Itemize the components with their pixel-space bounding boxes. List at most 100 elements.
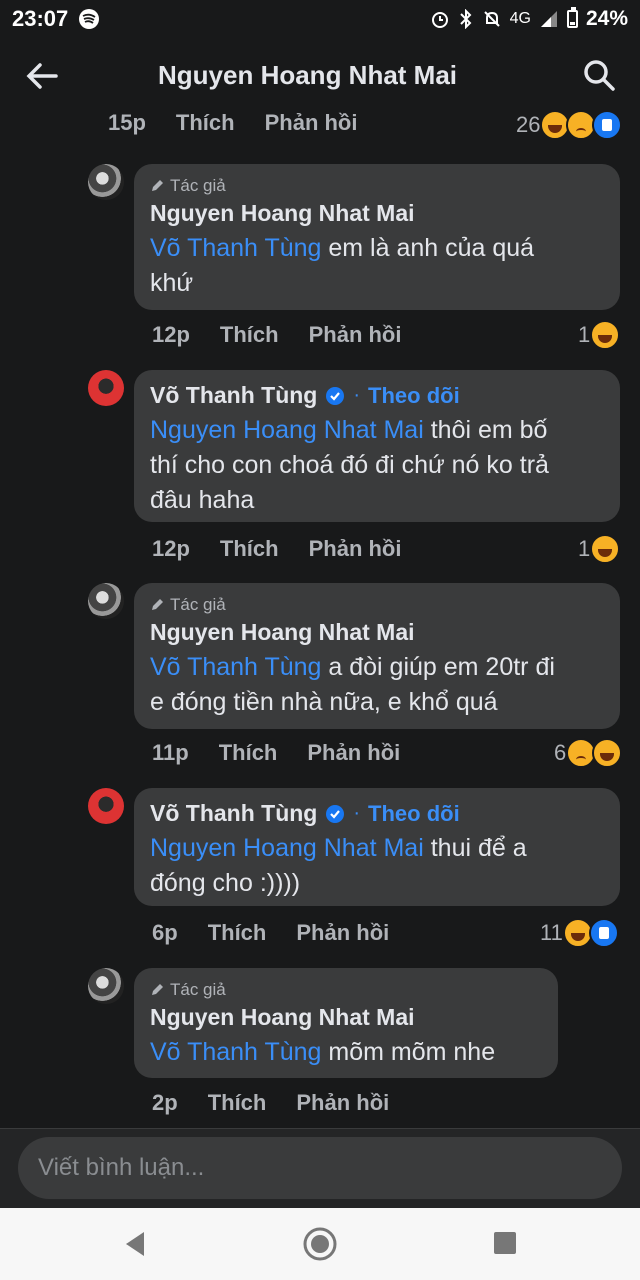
reply-link[interactable]: Phản hồi <box>307 740 400 766</box>
battery-percent: 24% <box>585 7 628 30</box>
comment-author[interactable]: Nguyen Hoang Nhat Mai <box>150 619 415 646</box>
verified-icon <box>326 804 345 823</box>
nav-recent-icon[interactable] <box>494 1232 516 1254</box>
comment-text-line: đóng cho :)))) <box>150 869 301 897</box>
back-arrow-icon[interactable] <box>24 58 60 94</box>
comment-input[interactable] <box>18 1137 622 1199</box>
comment-text-line: đâu haha <box>150 486 255 514</box>
comment-text-line: khứ <box>150 269 194 297</box>
like-link[interactable]: Thích <box>219 740 278 766</box>
pencil-icon <box>152 984 163 995</box>
like-link[interactable]: Thích <box>220 322 279 348</box>
like-link[interactable]: Thích <box>176 110 235 136</box>
header: Nguyen Hoang Nhat Mai <box>0 40 640 112</box>
avatar[interactable] <box>88 583 124 619</box>
author-badge: Tác giả <box>150 980 542 1000</box>
comment-text: Nguyen Hoang Nhat Mai thôi em bố thí cho… <box>150 413 604 518</box>
comment-meta-row: 11p Thích Phản hồi <box>152 740 430 766</box>
comment-author[interactable]: Võ Thanh Tùng <box>150 800 317 827</box>
haha-emoji-icon <box>592 738 623 768</box>
comment-time: 12p <box>152 322 190 347</box>
like-emoji-icon <box>588 918 619 948</box>
comment-bubble: Tác giả Nguyen Hoang Nhat Mai Võ Thanh T… <box>134 968 558 1078</box>
reaction-summary[interactable]: 6 <box>554 738 623 768</box>
comment-bubble: Võ Thanh Tùng · Theo dõi Nguyen Hoang Nh… <box>134 788 620 906</box>
author-badge: Tác giả <box>150 176 604 196</box>
comment-text-line: a đòi giúp em 20tr đi <box>321 653 555 681</box>
reaction-count: 11 <box>540 920 563 945</box>
battery-icon <box>566 7 578 28</box>
comment-meta-row: 2p Thích Phản hồi <box>152 1090 419 1116</box>
reply-link[interactable]: Phản hồi <box>265 110 358 136</box>
author-badge-label: Tác giả <box>170 595 226 614</box>
comment-text-line: e đóng tiền nhà nữa, e khổ quá <box>150 688 498 716</box>
avatar[interactable] <box>88 164 124 200</box>
follow-button[interactable]: Theo dõi <box>368 383 460 409</box>
author-badge-label: Tác giả <box>170 176 226 195</box>
system-nav-bar <box>0 1208 640 1280</box>
reaction-count: 6 <box>554 740 567 765</box>
reply-link[interactable]: Phản hồi <box>309 322 402 348</box>
comment-time: 12p <box>152 536 190 561</box>
reaction-count: 1 <box>578 322 591 347</box>
reaction-summary[interactable]: 1 <box>578 534 621 564</box>
reaction-summary[interactable]: 1 <box>578 320 621 350</box>
comment-meta-row: 6p Thích Phản hồi <box>152 920 419 946</box>
reaction-summary[interactable]: 26 <box>516 110 623 140</box>
like-link[interactable]: Thích <box>208 920 267 946</box>
reply-link[interactable]: Phản hồi <box>296 1090 389 1116</box>
follow-separator: · <box>353 384 361 406</box>
comment-time: 6p <box>152 920 178 945</box>
like-link[interactable]: Thích <box>208 1090 267 1116</box>
comment-text: Nguyen Hoang Nhat Mai thui để a đóng cho… <box>150 831 604 901</box>
mute-icon <box>483 11 500 27</box>
mention-link[interactable]: Võ Thanh Tùng <box>150 234 321 262</box>
comment-author[interactable]: Nguyen Hoang Nhat Mai <box>150 200 415 227</box>
avatar[interactable] <box>88 968 124 1004</box>
network-label: 4G <box>509 10 531 27</box>
comment-author[interactable]: Võ Thanh Tùng <box>150 382 317 409</box>
avatar[interactable] <box>88 370 124 406</box>
spotify-icon <box>79 9 100 29</box>
haha-emoji-icon <box>590 534 621 564</box>
nav-home-icon[interactable] <box>302 1226 338 1262</box>
comment-time: 2p <box>152 1090 178 1115</box>
like-emoji-icon <box>592 110 623 140</box>
signal-icon <box>540 11 557 27</box>
comment-text: Võ Thanh Tùng a đòi giúp em 20tr đi e đó… <box>150 650 604 720</box>
comment-text: Võ Thanh Tùng mõm mõm nhe <box>150 1035 542 1070</box>
follow-separator: · <box>353 802 361 824</box>
comment-text: Võ Thanh Tùng em là anh của quá khứ <box>150 231 604 301</box>
alarm-icon <box>431 12 448 28</box>
mention-link[interactable]: Nguyen Hoang Nhat Mai <box>150 834 424 862</box>
reaction-summary[interactable]: 11 <box>540 918 619 948</box>
reply-link[interactable]: Phản hồi <box>296 920 389 946</box>
comment-text-line: thôi em bố <box>423 416 548 444</box>
pencil-icon <box>152 180 163 191</box>
comment-text-line: thui để a <box>423 834 527 862</box>
status-time: 23:07 <box>12 6 69 31</box>
like-link[interactable]: Thích <box>220 536 279 562</box>
reply-link[interactable]: Phản hồi <box>309 536 402 562</box>
avatar[interactable] <box>88 788 124 824</box>
comment-text-line: mõm mõm nhe <box>321 1038 496 1066</box>
comment-text-line: thí cho con choá đó đi chứ nó ko trả <box>150 451 549 479</box>
status-bar: 23:07 4G 24% <box>0 0 640 38</box>
reaction-count: 26 <box>516 112 541 137</box>
comment-text-line: em là anh của quá <box>321 234 535 262</box>
comment-time: 11p <box>152 740 189 765</box>
pencil-icon <box>152 599 163 610</box>
comment-meta-row: 15p Thích Phản hồi <box>108 110 387 136</box>
page-title: Nguyen Hoang Nhat Mai <box>158 60 458 90</box>
mention-link[interactable]: Nguyen Hoang Nhat Mai <box>150 416 424 444</box>
comment-time: 15p <box>108 110 146 135</box>
mention-link[interactable]: Võ Thanh Tùng <box>150 653 321 681</box>
search-icon[interactable] <box>582 58 616 92</box>
bluetooth-icon <box>459 9 472 29</box>
nav-back-icon[interactable] <box>122 1230 148 1258</box>
comment-meta-row: 12p Thích Phản hồi <box>152 322 431 348</box>
comment-bubble: Tác giả Nguyen Hoang Nhat Mai Võ Thanh T… <box>134 583 620 729</box>
comment-author[interactable]: Nguyen Hoang Nhat Mai <box>150 1004 415 1031</box>
follow-button[interactable]: Theo dõi <box>368 801 460 827</box>
mention-link[interactable]: Võ Thanh Tùng <box>150 1038 321 1066</box>
